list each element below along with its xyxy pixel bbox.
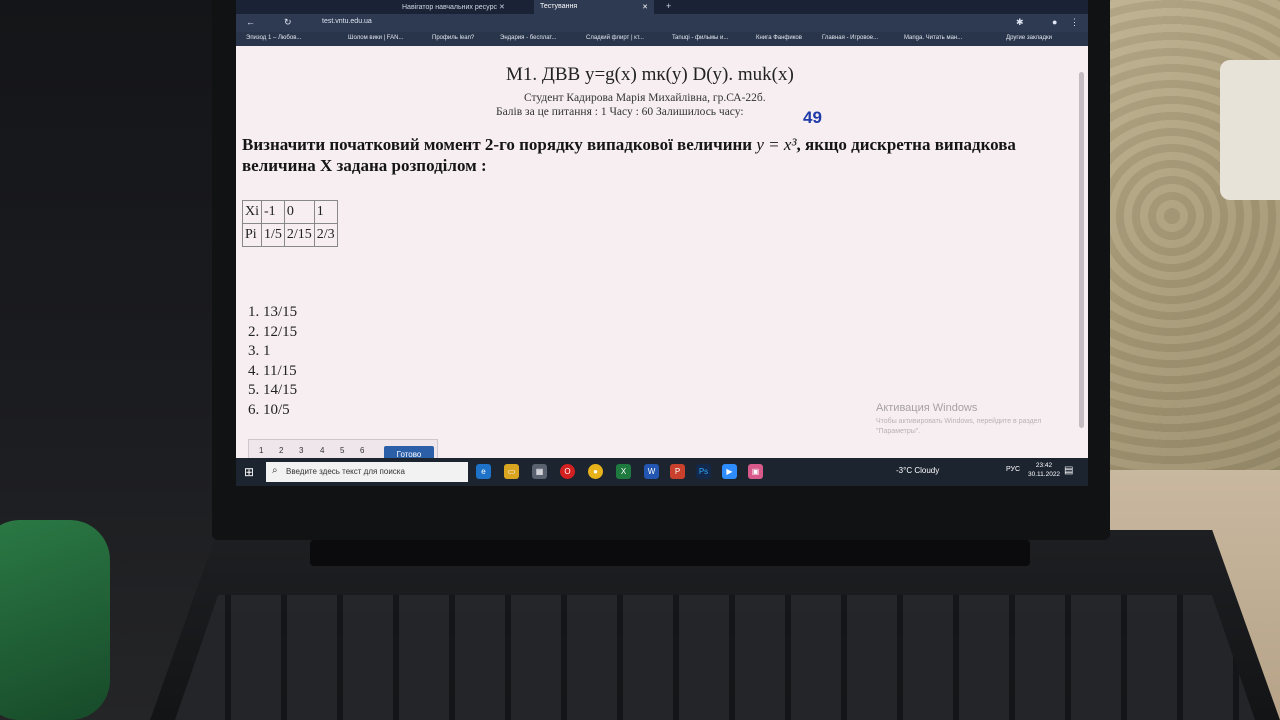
activation-watermark-title: Активация Windows bbox=[876, 402, 978, 414]
windows-taskbar: ⊞ ⌕ Введите здесь текст для поиска e ▭ ▦… bbox=[236, 458, 1088, 486]
answer-option[interactable]: 3. 1 bbox=[248, 343, 297, 363]
windows-start-icon[interactable]: ⊞ bbox=[244, 465, 258, 479]
profile-icon[interactable]: ● bbox=[1052, 17, 1057, 27]
page-link[interactable]: 2 bbox=[279, 446, 283, 455]
bookmark-item[interactable]: Manga. Читать ман... bbox=[904, 35, 962, 41]
table-cell: Pi bbox=[242, 223, 262, 247]
bookmark-item[interactable]: Главная - Игровое... bbox=[822, 35, 878, 41]
back-icon[interactable]: ← bbox=[246, 17, 255, 27]
weather-widget[interactable]: -3°C Cloudy bbox=[896, 466, 939, 475]
page-link[interactable]: 6 bbox=[360, 446, 364, 455]
menu-icon[interactable]: ⋮ bbox=[1070, 17, 1079, 28]
excel-icon[interactable]: X bbox=[616, 464, 631, 479]
page-scrollbar[interactable] bbox=[1079, 72, 1084, 428]
powerpoint-icon[interactable]: P bbox=[670, 464, 685, 479]
bookmark-item[interactable]: Эндария - бесплат... bbox=[500, 35, 556, 41]
bookmark-item[interactable]: Эпизод 1 – Любов... bbox=[246, 35, 301, 41]
answer-list: 1. 13/15 2. 12/15 3. 1 4. 11/15 5. 14/15… bbox=[248, 304, 297, 422]
answer-option[interactable]: 1. 13/15 bbox=[248, 304, 297, 324]
clock-time: 23:42 bbox=[1035, 462, 1053, 469]
table-cell: 2/3 bbox=[313, 223, 338, 247]
test-title: М1. ДВВ y=g(x) mк(y) D(y). muk(x) bbox=[506, 64, 794, 85]
photos-icon[interactable]: ▣ bbox=[748, 464, 763, 479]
close-icon[interactable]: ✕ bbox=[642, 3, 648, 11]
tab-resources[interactable]: Навігатор навчальних ресурс ✕ bbox=[396, 0, 511, 14]
bookmark-item[interactable]: Другие закладки bbox=[1006, 35, 1052, 41]
bookmark-item[interactable]: Сладкий флирт | кт... bbox=[586, 35, 644, 41]
page-link[interactable]: 3 bbox=[299, 446, 303, 455]
question-text: Визначити початковий момент 2-го порядку… bbox=[242, 134, 1042, 176]
bookmark-item[interactable]: Книга Фанфиков bbox=[756, 35, 802, 41]
notification-icon[interactable]: ▤ bbox=[1064, 465, 1073, 476]
page-link[interactable]: 4 bbox=[320, 446, 324, 455]
table-cell: 2/15 bbox=[283, 223, 315, 247]
bookmark-item[interactable]: Tanuqi - фильмы и... bbox=[672, 35, 728, 41]
opera-icon[interactable]: O bbox=[560, 464, 575, 479]
answer-option[interactable]: 5. 14/15 bbox=[248, 382, 297, 402]
reload-icon[interactable]: ↻ bbox=[284, 17, 292, 28]
time-remaining: 49 bbox=[803, 108, 822, 127]
bookmarks-bar: Эпизод 1 – Любов... Шолом вики | FAN... … bbox=[236, 32, 1088, 46]
wall-outlet bbox=[1220, 60, 1280, 200]
word-icon[interactable]: W bbox=[644, 464, 659, 479]
extensions-icon[interactable]: ✱ bbox=[1016, 17, 1024, 28]
search-icon: ⌕ bbox=[272, 465, 278, 476]
photoshop-icon[interactable]: Ps bbox=[696, 464, 711, 479]
table-row: Pi 1/5 2/15 2/3 bbox=[242, 223, 338, 247]
taskbar-clock[interactable]: 23:42 30.11.2022 bbox=[1028, 461, 1060, 479]
time-info: Балів за це питання : 1 Часу : 60 Залиши… bbox=[496, 106, 744, 118]
student-name: Студент Кадирова Марія Михайлівна, гр.СА… bbox=[524, 92, 766, 104]
table-cell: Xi bbox=[242, 200, 262, 224]
file-explorer-icon[interactable]: ▭ bbox=[504, 464, 519, 479]
taskbar-search-box[interactable]: ⌕ Введите здесь текст для поиска bbox=[266, 462, 468, 482]
tab-label: Тестування bbox=[540, 3, 578, 10]
table-cell: 1 bbox=[313, 200, 338, 224]
new-tab-button[interactable]: + bbox=[660, 0, 677, 14]
bookmark-item[interactable]: Шолом вики | FAN... bbox=[348, 35, 403, 41]
table-cell: -1 bbox=[261, 200, 285, 224]
table-cell: 1/5 bbox=[261, 223, 285, 247]
answer-option[interactable]: 4. 11/15 bbox=[248, 363, 297, 383]
table-cell: 0 bbox=[283, 200, 315, 224]
zoom-icon[interactable]: ▶ bbox=[722, 464, 737, 479]
store-icon[interactable]: ▦ bbox=[532, 464, 547, 479]
distribution-table: Xi -1 0 1 Pi 1/5 2/15 2/3 bbox=[242, 200, 338, 247]
activation-watermark-text: Чтобы активировать Windows, перейдите в … bbox=[876, 418, 1042, 435]
laptop-keyboard bbox=[175, 595, 1255, 720]
page-link[interactable]: 1 bbox=[259, 446, 263, 455]
clock-date: 30.11.2022 bbox=[1028, 471, 1061, 478]
green-object bbox=[0, 520, 110, 720]
laptop-hinge bbox=[310, 540, 1030, 566]
close-icon[interactable]: ✕ bbox=[499, 4, 505, 11]
search-placeholder: Введите здесь текст для поиска bbox=[286, 467, 405, 476]
language-indicator[interactable]: РУС bbox=[1006, 466, 1020, 473]
url-field[interactable]: test.vntu.edu.ua bbox=[322, 18, 372, 25]
table-row: Xi -1 0 1 bbox=[242, 200, 338, 224]
chrome-icon[interactable]: ● bbox=[588, 464, 603, 479]
answer-option[interactable]: 2. 12/15 bbox=[248, 324, 297, 344]
bookmark-item[interactable]: Профиль lean? bbox=[432, 35, 474, 41]
tab-label: Навігатор навчальних ресурс bbox=[402, 4, 497, 11]
tab-testing[interactable]: Тестування ✕ bbox=[534, 0, 654, 14]
address-bar: ← ↻ test.vntu.edu.ua ✱ ● ⋮ bbox=[236, 14, 1088, 32]
page-link[interactable]: 5 bbox=[340, 446, 344, 455]
answer-option[interactable]: 6. 10/5 bbox=[248, 402, 297, 422]
test-page: М1. ДВВ y=g(x) mк(y) D(y). muk(x) Студен… bbox=[236, 46, 1088, 462]
question-part: Визначити початковий момент 2-го порядку… bbox=[242, 135, 753, 154]
edge-icon[interactable]: e bbox=[476, 464, 491, 479]
question-formula: y = x³ bbox=[756, 135, 797, 154]
browser-tab-bar: Навігатор навчальних ресурс ✕ Тестування… bbox=[236, 0, 1088, 14]
laptop-screen: Навігатор навчальних ресурс ✕ Тестування… bbox=[236, 0, 1088, 486]
